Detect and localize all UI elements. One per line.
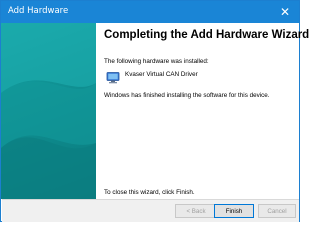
close-icon[interactable]: ✕ <box>271 1 299 23</box>
wizard-footer: < Back Finish Cancel <box>2 200 299 222</box>
installed-label: The following hardware was installed: <box>104 58 209 65</box>
close-hint: To close this wizard, click Finish. <box>104 189 195 196</box>
finish-button[interactable]: Finish <box>214 204 254 218</box>
window-title: Add Hardware <box>8 6 69 16</box>
banner-wave-graphic <box>1 23 96 199</box>
cancel-button[interactable]: Cancel <box>258 204 296 218</box>
back-button[interactable]: < Back <box>175 204 217 218</box>
finished-message: Windows has finished installing the soft… <box>104 92 270 99</box>
title-bar[interactable]: Add Hardware ✕ <box>1 1 299 23</box>
wizard-content: Completing the Add Hardware Wizard The f… <box>96 23 310 199</box>
wizard-side-banner <box>1 23 96 199</box>
wizard-heading: Completing the Add Hardware Wizard <box>104 29 310 41</box>
installed-device-name: Kvaser Virtual CAN Driver <box>125 71 198 78</box>
add-hardware-window: Add Hardware ✕ Completing the Add Hardwa… <box>0 0 310 222</box>
hardware-device-icon <box>106 72 120 84</box>
